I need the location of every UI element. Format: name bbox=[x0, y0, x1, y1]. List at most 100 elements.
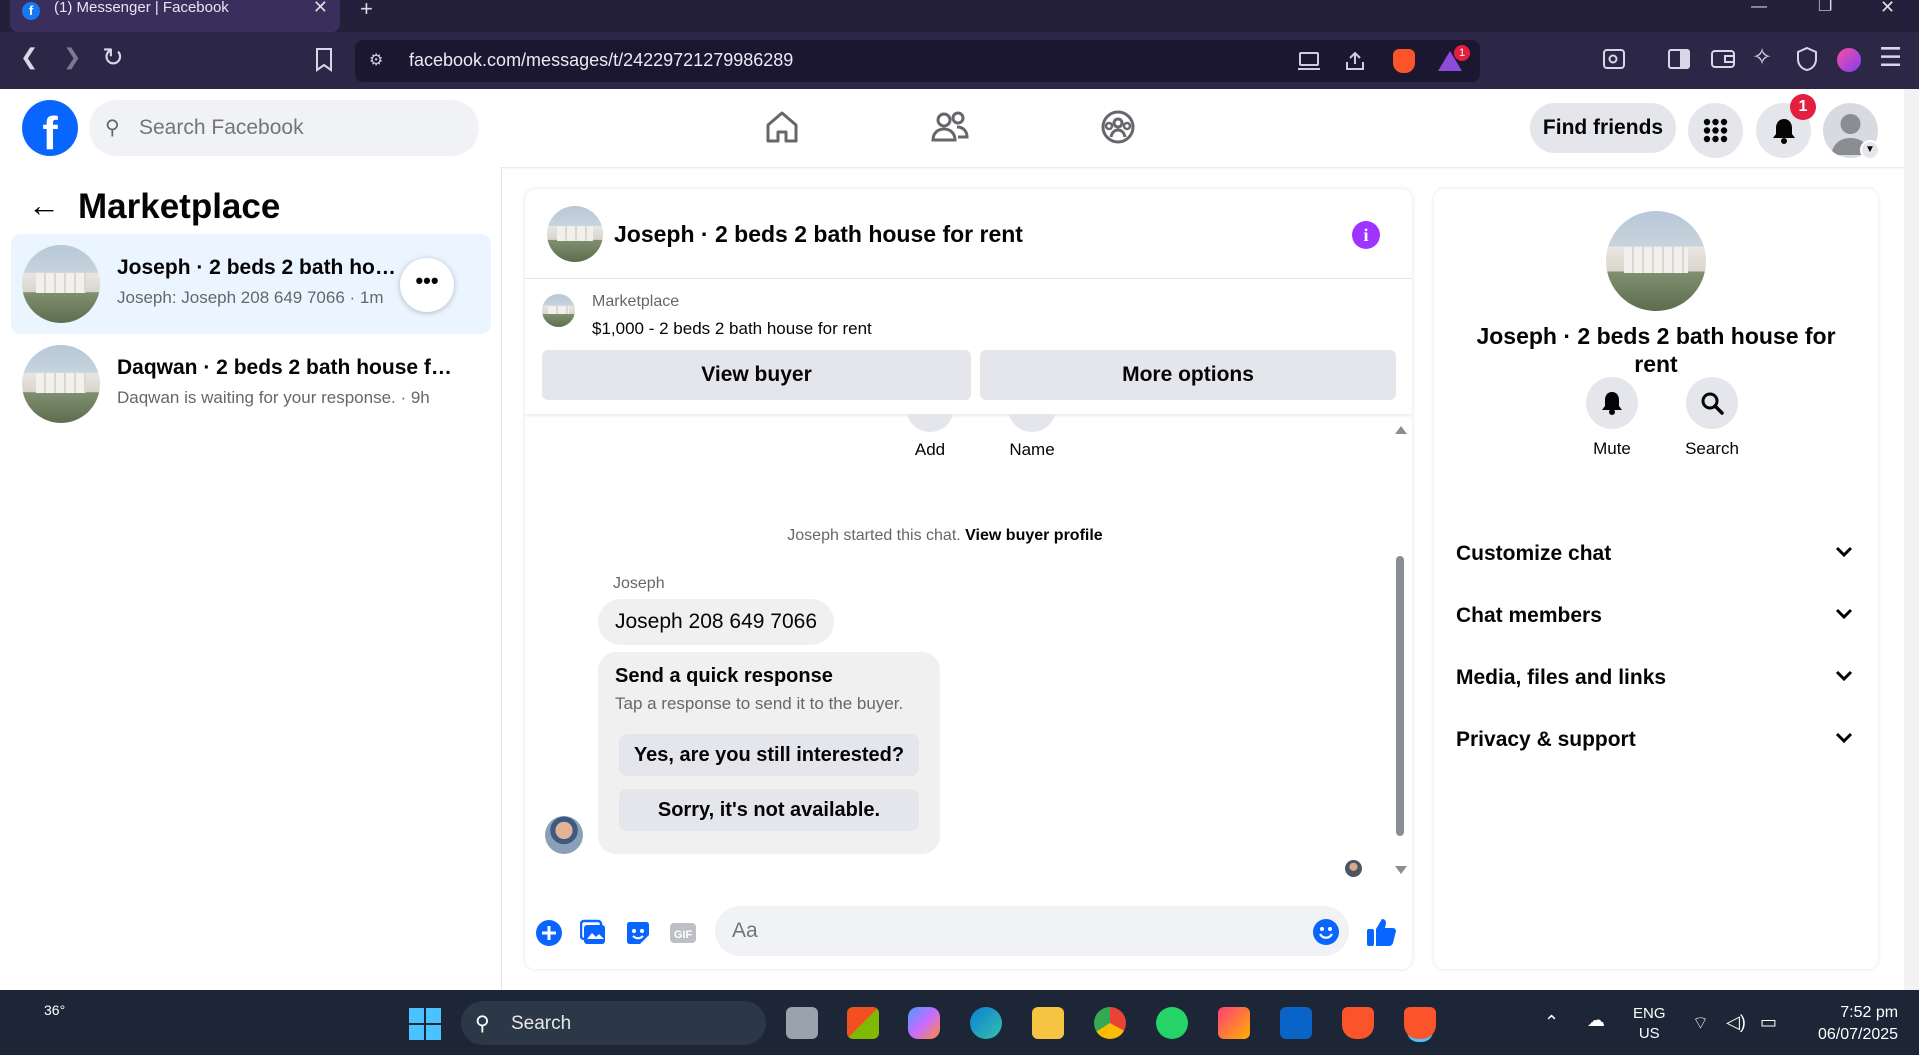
brave-shields-icon[interactable] bbox=[1393, 49, 1415, 73]
view-buyer-button[interactable]: View buyer bbox=[542, 350, 971, 400]
back-icon[interactable]: ❮ bbox=[20, 44, 38, 70]
close-window-icon[interactable]: ✕ bbox=[1880, 0, 1895, 18]
message-composer: GIF bbox=[525, 897, 1412, 967]
whatsapp-icon[interactable] bbox=[1156, 1007, 1188, 1039]
page-scrollbar[interactable] bbox=[1904, 89, 1919, 990]
sticker-icon[interactable] bbox=[624, 919, 652, 947]
friends-icon[interactable] bbox=[930, 107, 970, 147]
message-input[interactable] bbox=[715, 906, 1349, 956]
scroll-thumb[interactable] bbox=[1396, 556, 1404, 836]
chat-avatar[interactable] bbox=[547, 206, 603, 262]
gif-icon[interactable]: GIF bbox=[669, 919, 697, 947]
more-options-button[interactable]: More options bbox=[980, 350, 1396, 400]
new-tab-icon[interactable]: + bbox=[360, 0, 373, 22]
facebook-logo[interactable]: f bbox=[22, 100, 78, 156]
sender-avatar[interactable] bbox=[545, 816, 583, 854]
chat-members-row[interactable]: Chat members bbox=[1456, 592, 1856, 638]
view-buyer-profile-link[interactable]: View buyer profile bbox=[965, 527, 1103, 544]
vpn-icon[interactable] bbox=[1795, 46, 1819, 72]
message-thread[interactable]: Add Name Joseph started this chat. View … bbox=[525, 414, 1412, 884]
edge-icon[interactable] bbox=[970, 1007, 1002, 1039]
groups-icon[interactable] bbox=[1098, 107, 1138, 147]
notification-badge: 1 bbox=[1790, 94, 1816, 120]
back-arrow-icon[interactable]: ← bbox=[28, 187, 60, 224]
search-in-chat-button[interactable] bbox=[1686, 377, 1738, 429]
account-chevron-icon[interactable]: ▼ bbox=[1860, 140, 1880, 160]
reader-mode-icon[interactable] bbox=[1602, 47, 1626, 71]
bookmark-icon[interactable] bbox=[313, 47, 335, 73]
chrome-icon[interactable] bbox=[1094, 1007, 1126, 1039]
scroll-down-icon[interactable] bbox=[1395, 866, 1407, 874]
search-action[interactable]: Search bbox=[1672, 377, 1752, 459]
chat-title[interactable]: Joseph · 2 beds 2 bath house for rent bbox=[614, 221, 1023, 248]
name-label: Name bbox=[1009, 440, 1055, 459]
onedrive-icon[interactable]: ☁ bbox=[1587, 1010, 1605, 1031]
share-icon[interactable] bbox=[1343, 50, 1367, 72]
copilot-icon[interactable] bbox=[908, 1007, 940, 1039]
privacy-support-row[interactable]: Privacy & support bbox=[1456, 716, 1856, 762]
volume-icon[interactable]: ◁) bbox=[1726, 1012, 1746, 1033]
brave-active-icon[interactable] bbox=[1404, 1007, 1436, 1039]
scroll-up-icon[interactable] bbox=[1395, 426, 1407, 434]
quick-reply-button[interactable]: Sorry, it's not available. bbox=[619, 789, 919, 831]
quick-reply-button[interactable]: Yes, are you still interested? bbox=[619, 734, 919, 776]
search-label: Search bbox=[1685, 439, 1739, 458]
tray-chevron-icon[interactable]: ⌃ bbox=[1544, 1012, 1559, 1033]
taskbar-search[interactable]: ⚲ Search bbox=[461, 1001, 766, 1045]
listing-title[interactable]: $1,000 - 2 beds 2 bath house for rent bbox=[592, 319, 872, 339]
menu-button[interactable] bbox=[1688, 103, 1743, 158]
store-icon[interactable] bbox=[847, 1007, 879, 1039]
battery-icon[interactable]: ▭ bbox=[1760, 1012, 1777, 1033]
windows-start-icon[interactable] bbox=[409, 1008, 441, 1040]
clock[interactable]: 7:52 pm 06/07/2025 bbox=[1818, 1002, 1898, 1046]
reload-icon[interactable]: ↻ bbox=[102, 42, 124, 73]
site-settings-icon[interactable]: ⚙ bbox=[369, 50, 383, 70]
game-icon[interactable] bbox=[1218, 1007, 1250, 1039]
photo-icon[interactable] bbox=[580, 919, 608, 947]
started-text: Joseph started this chat. bbox=[787, 527, 961, 544]
file-explorer-icon[interactable] bbox=[1032, 1007, 1064, 1039]
close-tab-icon[interactable]: ✕ bbox=[313, 0, 328, 18]
thread-scrollbar[interactable] bbox=[1395, 426, 1407, 876]
media-files-links-row[interactable]: Media, files and links bbox=[1456, 654, 1856, 700]
add-action[interactable]: Add bbox=[885, 414, 975, 460]
conversation-item[interactable]: Daqwan · 2 beds 2 bath house for rent Da… bbox=[11, 334, 491, 434]
search-input[interactable] bbox=[139, 112, 459, 144]
wifi-icon[interactable]: ⌔ bbox=[1692, 1012, 1709, 1035]
info-icon[interactable]: i bbox=[1352, 221, 1380, 249]
find-friends-button[interactable]: Find friends bbox=[1530, 103, 1676, 153]
profile-icon[interactable] bbox=[1837, 48, 1861, 72]
browser-tab[interactable]: f (1) Messenger | Facebook ✕ bbox=[10, 0, 340, 32]
language-indicator[interactable]: ENG US bbox=[1633, 1004, 1666, 1044]
conversation-name: Joseph · 2 beds 2 bath house for rent bbox=[117, 256, 397, 279]
thumbs-up-icon[interactable] bbox=[1365, 916, 1397, 948]
leo-ai-icon[interactable]: ✧ bbox=[1752, 43, 1772, 72]
home-icon[interactable] bbox=[762, 107, 802, 147]
search-bar[interactable]: ⚲ bbox=[89, 100, 479, 156]
task-view-icon[interactable] bbox=[786, 1007, 818, 1039]
forward-icon[interactable]: ❯ bbox=[63, 44, 81, 70]
weather-widget[interactable]: 36° bbox=[44, 1002, 65, 1018]
chat-window: Joseph · 2 beds 2 bath house for rent i … bbox=[525, 189, 1412, 969]
message-bubble[interactable]: Joseph 208 649 7066 bbox=[598, 599, 835, 645]
menu-icon[interactable]: ☰ bbox=[1879, 42, 1902, 73]
listing-avatar-large[interactable] bbox=[1606, 211, 1706, 311]
browser-toolbar: ❮ ❯ ↻ ⚙ facebook.com/messages/t/24229721… bbox=[0, 32, 1919, 89]
cast-icon[interactable] bbox=[1297, 50, 1321, 72]
sender-name: Joseph bbox=[613, 575, 665, 592]
mute-button[interactable] bbox=[1586, 377, 1638, 429]
wallet-icon[interactable] bbox=[1710, 47, 1736, 71]
mute-action[interactable]: Mute bbox=[1572, 377, 1652, 459]
conversation-more-button[interactable]: ••• bbox=[400, 258, 454, 312]
emoji-icon[interactable] bbox=[1312, 918, 1340, 946]
conversation-preview: Joseph: Joseph 208 649 7066 · 1m bbox=[117, 288, 384, 307]
customize-chat-row[interactable]: Customize chat bbox=[1456, 530, 1856, 576]
minimize-icon[interactable]: — bbox=[1751, 0, 1767, 16]
restore-icon[interactable]: ❐ bbox=[1818, 0, 1832, 16]
address-bar[interactable]: ⚙ facebook.com/messages/t/24229721279986… bbox=[355, 40, 1480, 82]
sidebar-icon[interactable] bbox=[1667, 47, 1691, 71]
plus-icon[interactable] bbox=[535, 919, 563, 947]
outlook-icon[interactable] bbox=[1280, 1007, 1312, 1039]
brave-icon[interactable] bbox=[1342, 1007, 1374, 1039]
name-action[interactable]: Name bbox=[987, 414, 1077, 460]
